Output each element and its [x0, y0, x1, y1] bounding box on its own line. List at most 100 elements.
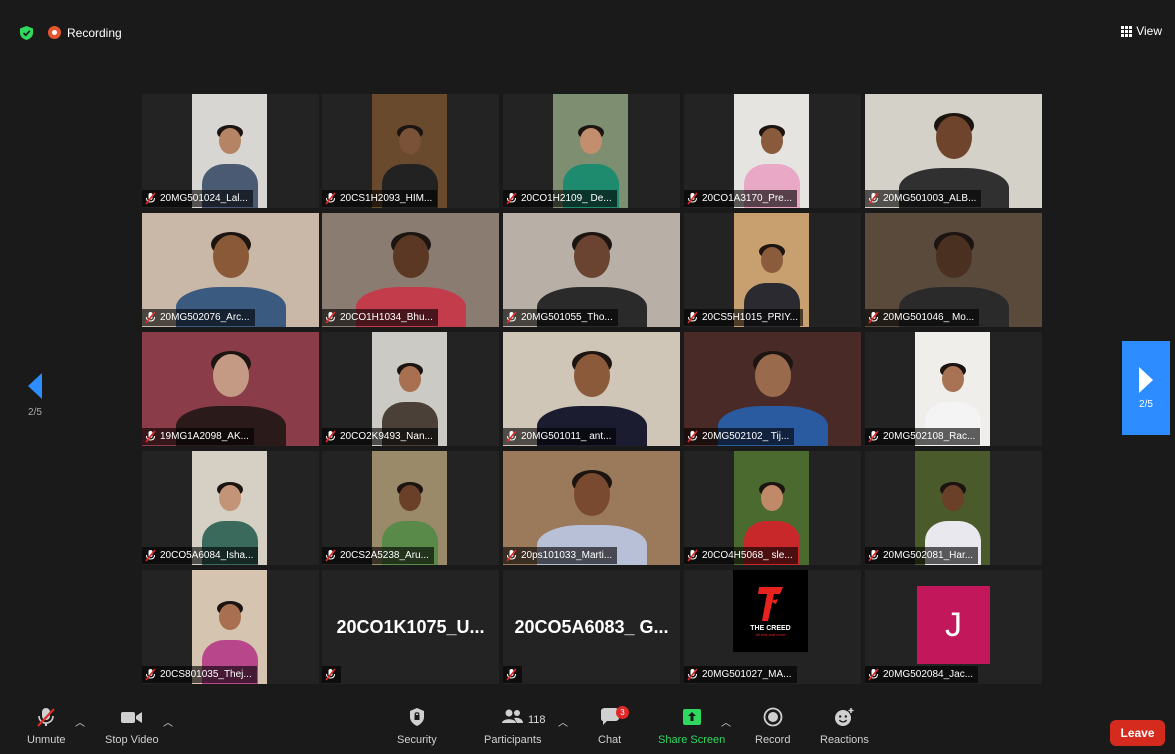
- participants-count: 118: [528, 714, 546, 726]
- audio-options-caret-icon[interactable]: ︿: [75, 714, 85, 729]
- microphone-muted-icon: [687, 430, 698, 443]
- microphone-muted-icon: [145, 192, 156, 205]
- stop-video-button[interactable]: Stop Video: [105, 706, 159, 746]
- unmute-button[interactable]: Unmute: [27, 706, 66, 746]
- participant-name-bar: 20MG501003_ALB...: [865, 190, 982, 207]
- participant-name-bar: 20CS801035_Thej...: [142, 666, 257, 683]
- stop-video-label: Stop Video: [105, 734, 159, 746]
- participant-tile[interactable]: J 20MG502084_Jac...: [865, 570, 1042, 684]
- microphone-muted-icon: [325, 192, 336, 205]
- participant-name: 20CO1H1034_Bhu...: [340, 312, 433, 323]
- page-indicator-right: 2/5: [1139, 398, 1153, 410]
- next-page-button[interactable]: 2/5: [1122, 341, 1170, 435]
- participant-name: 20MG501055_Tho...: [521, 312, 613, 323]
- participants-button[interactable]: Participants: [484, 706, 541, 746]
- participant-name-bar: 20MG501055_Tho...: [503, 309, 618, 326]
- encryption-shield-icon[interactable]: [20, 26, 33, 40]
- reactions-button[interactable]: Reactions: [820, 706, 869, 746]
- participant-tile[interactable]: 20CS5H1015_PRIY...: [684, 213, 861, 327]
- share-screen-button[interactable]: Share Screen: [658, 706, 725, 746]
- participant-tile[interactable]: 20MG501003_ALB...: [865, 94, 1042, 208]
- microphone-muted-icon: [506, 549, 517, 562]
- view-button[interactable]: View: [1121, 24, 1162, 38]
- microphone-muted-icon: [868, 549, 879, 562]
- participant-tile[interactable]: 20ps101033_Marti...: [503, 451, 680, 565]
- participant-name: 20CO5A6084_Isha...: [160, 550, 254, 561]
- grid-view-icon: [1121, 25, 1133, 37]
- participant-name-bar: 20MG502102_ Tij...: [684, 428, 795, 445]
- participant-name-bar: 20CS5H1015_PRIY...: [684, 309, 803, 326]
- video-options-caret-icon[interactable]: ︿: [163, 714, 173, 729]
- leave-button[interactable]: Leave: [1110, 720, 1165, 746]
- arrow-right-icon: [1139, 366, 1153, 393]
- microphone-muted-icon: [687, 549, 698, 562]
- participant-name-bar: 19MG1A2098_AK...: [142, 428, 254, 445]
- participant-tile[interactable]: 20CO2K9493_Nan...: [322, 332, 499, 446]
- participant-tile[interactable]: 20CO1K1075_U...: [322, 570, 499, 684]
- participant-tile[interactable]: 20MG501024_Lal...: [142, 94, 319, 208]
- record-button[interactable]: Record: [755, 706, 790, 746]
- participant-name-bar: 20CO5A6084_Isha...: [142, 547, 259, 564]
- participant-tile[interactable]: 20MG501011_ ant...: [503, 332, 680, 446]
- view-label: View: [1136, 24, 1162, 38]
- participant-name-bar: 20MG502081_Har...: [865, 547, 979, 564]
- participant-tile[interactable]: 20CO4H5068_ sle...: [684, 451, 861, 565]
- share-screen-icon: [682, 709, 701, 725]
- participant-tile[interactable]: 20CO1H2109_ De...: [503, 94, 680, 208]
- participant-tile[interactable]: 20MG502076_Arc...: [142, 213, 319, 327]
- participants-options-caret-icon[interactable]: ︿: [558, 714, 568, 729]
- participant-name-bar: 20MG502084_Jac...: [865, 666, 979, 683]
- participant-name-placeholder: 20CO1K1075_U...: [336, 616, 485, 637]
- participant-tile[interactable]: 20MG501055_Tho...: [503, 213, 680, 327]
- participants-icon: [501, 709, 523, 723]
- participant-name: 20CS1H2093_HIM...: [340, 193, 433, 204]
- microphone-muted-icon: [687, 311, 698, 324]
- participant-name: 20CS801035_Thej...: [160, 669, 252, 680]
- security-button[interactable]: Security: [397, 706, 437, 746]
- participant-name: 20CS5H1015_PRIY...: [702, 312, 798, 323]
- participant-tile[interactable]: 20CO1A3170_Pre...: [684, 94, 861, 208]
- avatar-letter: J: [917, 586, 990, 664]
- record-icon: [763, 707, 783, 727]
- participant-tile[interactable]: 20CO1H1034_Bhu...: [322, 213, 499, 327]
- microphone-muted-icon: [506, 668, 517, 681]
- participant-name-bar: 20CO1H2109_ De...: [503, 190, 617, 207]
- microphone-muted-icon: [506, 192, 517, 205]
- video-camera-icon: [120, 712, 142, 723]
- participant-tile[interactable]: 20MG502081_Har...: [865, 451, 1042, 565]
- recording-status[interactable]: Recording: [67, 26, 122, 40]
- microphone-muted-icon: [145, 668, 156, 681]
- participant-tile[interactable]: 20CO5A6084_Isha...: [142, 451, 319, 565]
- participant-name: 19MG1A2098_AK...: [160, 431, 249, 442]
- microphone-muted-icon: [325, 430, 336, 443]
- participant-tile[interactable]: 20CS801035_Thej...: [142, 570, 319, 684]
- participant-tile[interactable]: 19MG1A2098_AK...: [142, 332, 319, 446]
- participant-tile[interactable]: 20CS1H2093_HIM...: [322, 94, 499, 208]
- meeting-window: Recording View 2/5 2/5 20MG501024_Lal...…: [7, 10, 1170, 754]
- participant-name-bar: 20MG501024_Lal...: [142, 190, 253, 207]
- participant-tile[interactable]: 20CO5A6083_ G...: [503, 570, 680, 684]
- participant-tile[interactable]: 20CS2A5238_Aru...: [322, 451, 499, 565]
- participant-name-bar: 20CO2K9493_Nan...: [322, 428, 438, 445]
- participant-name-bar: [503, 666, 522, 683]
- microphone-muted-icon: [325, 549, 336, 562]
- share-options-caret-icon[interactable]: ︿: [721, 714, 731, 729]
- microphone-muted-icon: [325, 311, 336, 324]
- profile-logo: THE CREED All this and more: [733, 570, 808, 652]
- microphone-muted-icon: [687, 192, 698, 205]
- microphone-muted-icon: [145, 549, 156, 562]
- participant-name: 20ps101033_Marti...: [521, 550, 613, 561]
- participant-name: 20MG501027_MA...: [702, 669, 792, 680]
- participant-name: 20CS2A5238_Aru...: [340, 550, 429, 561]
- share-screen-label: Share Screen: [658, 734, 726, 746]
- participant-tile[interactable]: THE CREED All this and more 20MG501027_MA.…: [684, 570, 861, 684]
- participant-tile[interactable]: 20MG502108_Rac...: [865, 332, 1042, 446]
- previous-page-button[interactable]: 2/5: [15, 350, 55, 440]
- participant-tile[interactable]: 20MG502102_ Tij...: [684, 332, 861, 446]
- participant-name-bar: 20CS1H2093_HIM...: [322, 190, 438, 207]
- microphone-muted-icon: [506, 430, 517, 443]
- recording-dot-icon: [48, 26, 61, 39]
- participant-tile[interactable]: 20MG501046_ Mo...: [865, 213, 1042, 327]
- microphone-muted-icon: [325, 668, 336, 681]
- record-label: Record: [755, 734, 791, 746]
